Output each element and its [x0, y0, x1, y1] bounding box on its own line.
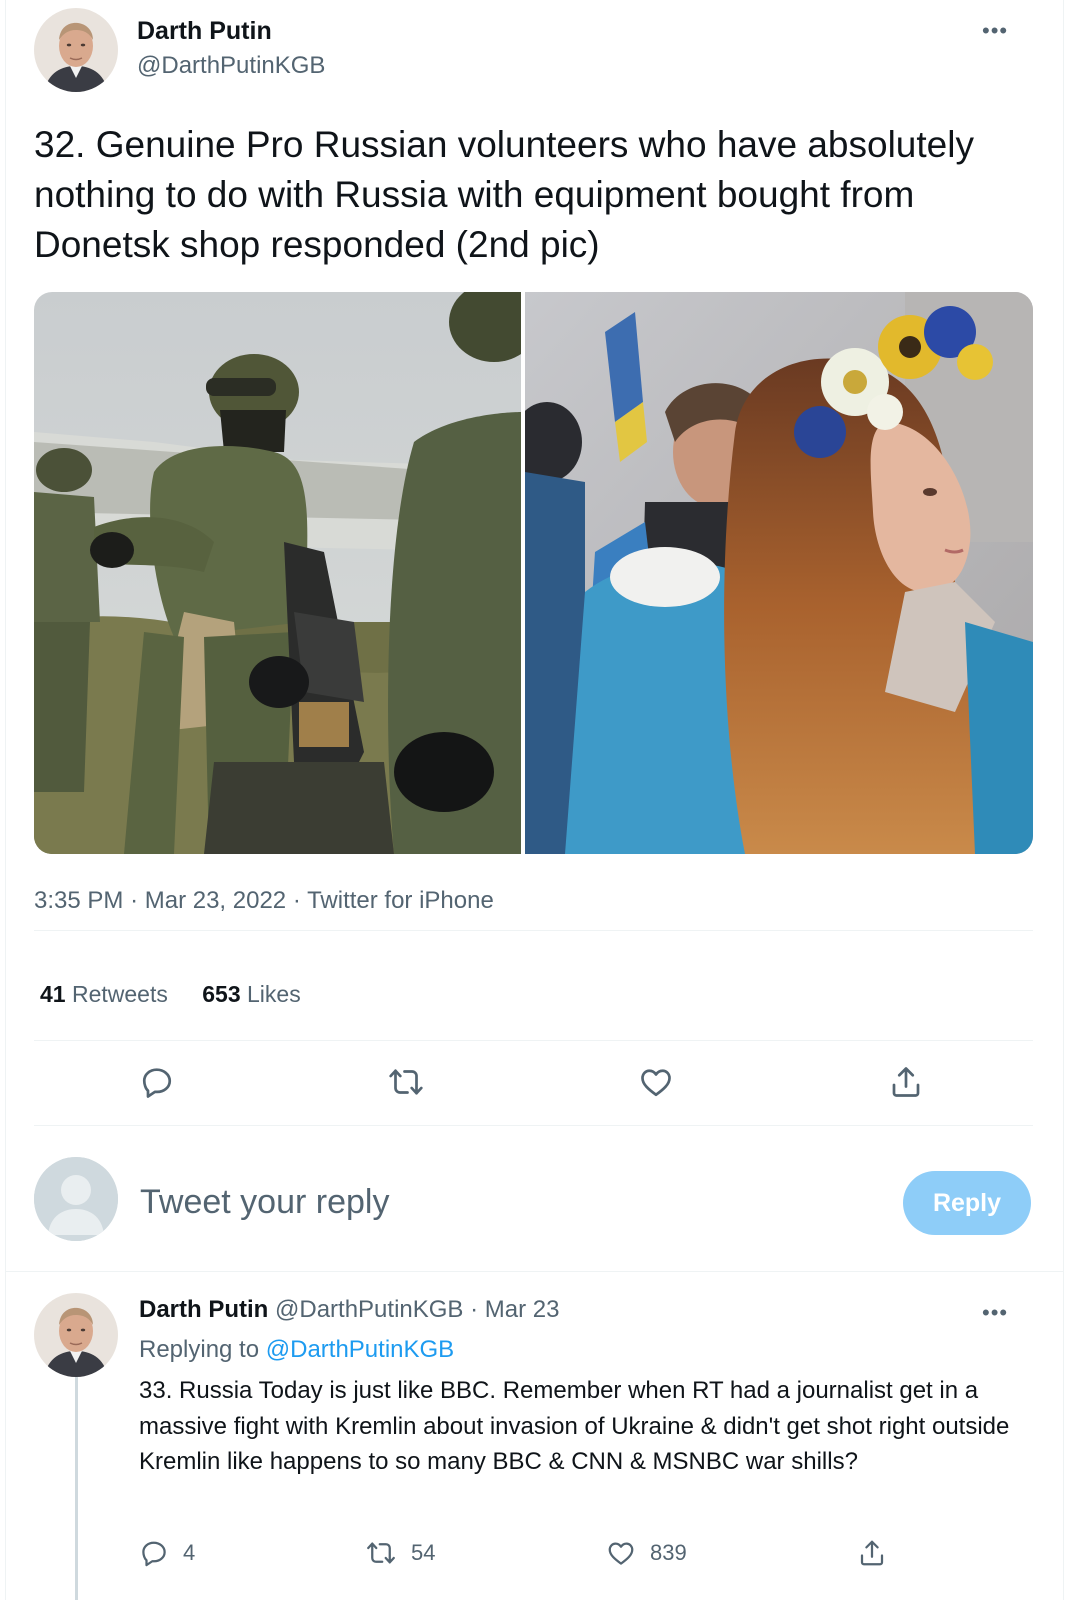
divider-stats: [34, 1040, 1033, 1041]
retweet-count: 54: [411, 1540, 436, 1565]
likes-label: Likes: [247, 981, 301, 1007]
more-options-icon[interactable]: •••: [982, 18, 1008, 44]
replying-to-link[interactable]: @DarthPutinKGB: [266, 1336, 454, 1363]
tweet-time[interactable]: 3:35 PM: [34, 887, 123, 914]
reply-author-avatar[interactable]: [34, 1293, 118, 1377]
like-icon[interactable]: [634, 1060, 678, 1104]
reply-like-action[interactable]: 839: [606, 1536, 687, 1570]
share-icon-small: [860, 1540, 884, 1566]
likes-stat[interactable]: 653 Likes: [202, 981, 300, 1008]
retweets-count: 41: [40, 981, 66, 1007]
meta-separator: ·: [130, 887, 139, 914]
tweet-text: 32. Genuine Pro Russian volunteers who h…: [34, 124, 974, 265]
photo-soldiers[interactable]: [34, 292, 521, 854]
reply-author-name[interactable]: Darth Putin: [139, 1296, 268, 1323]
author-handle[interactable]: @DarthPutinKGB: [137, 52, 325, 80]
tweet-meta: 3:35 PM · Mar 23, 2022 · Twitter for iPh…: [34, 887, 494, 915]
reply-reply-action[interactable]: 4: [139, 1536, 195, 1570]
reply-icon[interactable]: [135, 1060, 179, 1104]
tweet-source[interactable]: Twitter for iPhone: [307, 887, 494, 914]
retweets-label: Retweets: [71, 981, 168, 1007]
tweet-date[interactable]: Mar 23, 2022: [145, 887, 286, 914]
reply-more-options-icon[interactable]: •••: [982, 1300, 1008, 1326]
user-avatar[interactable]: [34, 1157, 118, 1241]
retweet-icon[interactable]: [384, 1060, 428, 1104]
tweet-media[interactable]: [34, 292, 1033, 854]
retweet-icon-small: [367, 1542, 395, 1564]
reply-count: 4: [183, 1540, 196, 1565]
reply-icon-small: [142, 1541, 166, 1567]
share-icon[interactable]: [884, 1060, 928, 1104]
author-name[interactable]: Darth Putin: [137, 17, 272, 46]
meta-separator-2: ·: [292, 887, 301, 914]
thread-line: [75, 1377, 78, 1600]
reply-tweet-text: 33. Russia Today is just like BBC. Remem…: [139, 1377, 1010, 1475]
replying-prefix: Replying to: [139, 1336, 266, 1363]
reply-retweet-action[interactable]: 54: [365, 1536, 435, 1570]
photo-woman-flower-crown[interactable]: [525, 292, 1033, 854]
divider-composer: [6, 1271, 1063, 1272]
divider-top: [34, 930, 1033, 931]
divider-actions: [34, 1125, 1033, 1126]
tweet-stats: 41 Retweets 653 Likes: [40, 981, 329, 1008]
author-avatar[interactable]: [34, 8, 118, 92]
replying-to: Replying to @DarthPutinKGB: [139, 1336, 454, 1364]
likes-count: 653: [202, 981, 241, 1007]
like-count: 839: [650, 1540, 687, 1565]
timeline-border-left: [5, 0, 6, 1600]
reply-date[interactable]: Mar 23: [485, 1296, 560, 1323]
reply-author-handle[interactable]: @DarthPutinKGB: [275, 1296, 463, 1323]
retweets-stat[interactable]: 41 Retweets: [40, 981, 168, 1008]
like-icon-small: [608, 1542, 634, 1565]
tweet-reply-input[interactable]: [140, 1180, 840, 1224]
reply-header: Darth Putin @DarthPutinKGB · Mar 23: [139, 1296, 559, 1324]
reply-share-action[interactable]: [857, 1536, 901, 1570]
reply-separator: ·: [463, 1296, 485, 1323]
timeline-border-right: [1063, 0, 1064, 1600]
reply-button[interactable]: Reply: [903, 1171, 1031, 1235]
